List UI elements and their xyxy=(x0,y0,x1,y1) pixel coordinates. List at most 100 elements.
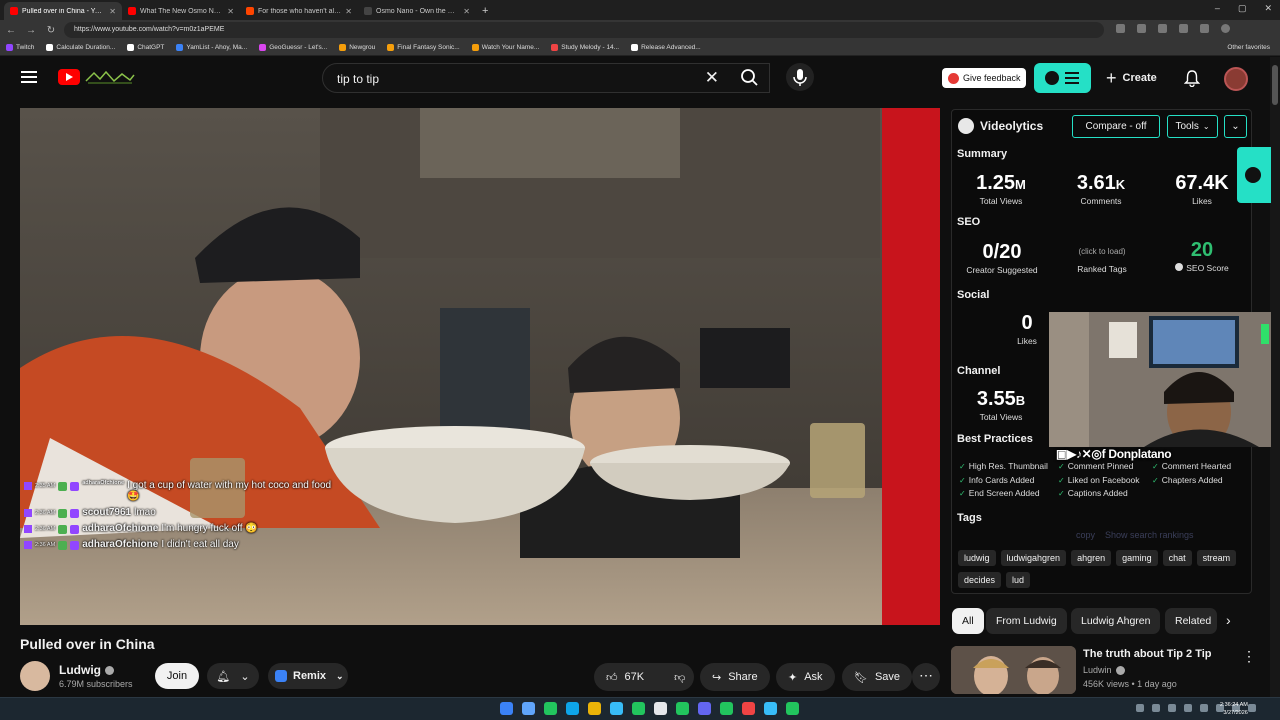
tray-icon[interactable] xyxy=(1152,704,1160,712)
taskbar-app-icon[interactable] xyxy=(764,702,777,715)
youtube-logo[interactable] xyxy=(58,69,80,85)
doodle-logo[interactable] xyxy=(84,69,136,85)
browser-tab[interactable]: Pulled over in China - YouTub ✕ xyxy=(4,2,122,20)
other-favorites[interactable]: Other favorites xyxy=(1227,44,1270,51)
notifications-icon[interactable] xyxy=(1184,69,1200,87)
tab-close-icon[interactable]: ✕ xyxy=(227,7,234,16)
close-window-button[interactable]: ✕ xyxy=(1264,3,1272,14)
like-icon[interactable]: 👍︎ xyxy=(606,671,618,684)
extension-icon[interactable] xyxy=(1200,24,1209,33)
account-avatar[interactable] xyxy=(1224,67,1248,91)
extension-icon[interactable] xyxy=(1158,24,1167,33)
back-icon[interactable]: ← xyxy=(6,25,16,36)
channel-name[interactable]: Ludwig xyxy=(59,663,101,677)
extension-icon[interactable] xyxy=(1137,24,1146,33)
bookmark-item[interactable]: YamList - Ahoy, Ma... xyxy=(176,44,247,51)
tray-icon[interactable] xyxy=(1248,704,1256,712)
extension-icon[interactable] xyxy=(1116,24,1125,33)
scrollbar-thumb[interactable] xyxy=(1272,65,1278,105)
url-field[interactable]: https://www.youtube.com/watch?v=m0z1aPEM… xyxy=(64,22,1104,38)
taskbar-app-icon[interactable] xyxy=(676,702,689,715)
subscription-bell-button[interactable]: 🔔︎ ⌄ xyxy=(207,663,259,689)
tag-chip[interactable]: lud xyxy=(1006,572,1031,588)
taskbar-app-icon[interactable] xyxy=(544,702,557,715)
recommended-title[interactable]: The truth about Tip 2 Tip xyxy=(1083,648,1212,660)
bookmark-item[interactable]: Watch Your Name... xyxy=(471,44,539,51)
more-vert-icon[interactable]: ⋮ xyxy=(1242,648,1256,665)
browser-tab[interactable]: Osmo Nano - Own the Moment - ✕ xyxy=(358,2,476,20)
taskbar-app-icon[interactable] xyxy=(588,702,601,715)
bookmark-item[interactable]: Study Melody - 14... xyxy=(551,44,619,51)
bookmark-item[interactable]: Newgrou xyxy=(339,44,375,51)
collapse-button[interactable]: ⌄ xyxy=(1224,115,1247,138)
tray-icon[interactable] xyxy=(1200,704,1208,712)
videolytics-menu-button[interactable] xyxy=(1034,63,1091,93)
taskbar-app-icon[interactable] xyxy=(566,702,579,715)
clock[interactable]: 2:36:24 AM 3/27/2026 xyxy=(1220,701,1248,717)
chip-ludwig-ahgren[interactable]: Ludwig Ahgren xyxy=(1071,608,1161,634)
menu-icon[interactable] xyxy=(21,71,37,83)
share-button[interactable]: ↪ Share xyxy=(700,663,770,691)
minimize-button[interactable]: – xyxy=(1215,3,1220,14)
compare-button[interactable]: Compare - off xyxy=(1072,115,1160,138)
tag-chip[interactable]: ludwig xyxy=(958,550,996,566)
page-scrollbar[interactable] xyxy=(1270,57,1280,697)
save-button[interactable]: 🔖︎ Save xyxy=(842,663,913,691)
microphone-icon[interactable] xyxy=(786,63,814,91)
ranked-tags-hint[interactable]: (click to load) xyxy=(1062,247,1142,256)
join-button[interactable]: Join xyxy=(155,663,199,689)
new-tab-button[interactable]: + xyxy=(482,2,488,20)
tag-chip[interactable]: ludwigahgren xyxy=(1000,550,1067,566)
search-icon[interactable] xyxy=(732,63,770,93)
browser-tab[interactable]: For those who haven't already se ✕ xyxy=(240,2,358,20)
taskbar-app-icon[interactable] xyxy=(654,702,667,715)
tab-close-icon[interactable]: ✕ xyxy=(345,7,352,16)
tag-chip[interactable]: stream xyxy=(1196,550,1237,566)
chip-related[interactable]: Related xyxy=(1165,608,1217,634)
clear-search-icon[interactable]: ✕ xyxy=(705,68,719,88)
channel-name-row[interactable]: Ludwig xyxy=(59,663,114,677)
chevron-right-icon[interactable]: › xyxy=(1226,612,1231,628)
taskbar-app-icon[interactable] xyxy=(610,702,623,715)
tab-close-icon[interactable]: ✕ xyxy=(463,7,470,16)
bookmark-item[interactable]: Final Fantasy Sonic... xyxy=(387,44,460,51)
create-button[interactable]: + Create xyxy=(1106,65,1157,91)
tag-chip[interactable]: gaming xyxy=(1116,550,1158,566)
copy-tags-link[interactable]: copy xyxy=(1076,530,1095,540)
taskbar-app-icon[interactable] xyxy=(522,702,535,715)
taskbar-app-icon[interactable] xyxy=(500,702,513,715)
like-count[interactable]: 67K xyxy=(625,671,645,683)
taskbar-app-icon[interactable] xyxy=(742,702,755,715)
tag-chip[interactable]: ahgren xyxy=(1071,550,1112,566)
channel-avatar[interactable] xyxy=(20,661,50,691)
chip-all[interactable]: All xyxy=(952,608,984,634)
video-player[interactable]: 2:35 AM adharaOfchione I got a cup of wate… xyxy=(20,108,940,625)
dislike-icon[interactable]: 👎︎ xyxy=(674,671,685,684)
chip-from-ludwig[interactable]: From Ludwig xyxy=(986,608,1067,634)
bookmark-item[interactable]: Release Advanced... xyxy=(631,44,701,51)
give-feedback-button[interactable]: Give feedback xyxy=(942,68,1026,88)
tray-icon[interactable] xyxy=(1168,704,1176,712)
extension-icon[interactable] xyxy=(1179,24,1188,33)
maximize-button[interactable]: ▢ xyxy=(1238,3,1247,14)
bookmark-item[interactable]: GeoGuessr - Let's... xyxy=(259,44,327,51)
tab-close-icon[interactable]: ✕ xyxy=(109,7,116,16)
tools-button[interactable]: Tools ⌄ xyxy=(1167,115,1218,138)
remix-button[interactable]: Remix ⌄ xyxy=(268,663,348,689)
taskbar-app-icon[interactable] xyxy=(720,702,733,715)
taskbar-app-icon[interactable] xyxy=(632,702,645,715)
tray-icon[interactable] xyxy=(1184,704,1192,712)
ranked-tags-stat[interactable]: (click to load) Ranked Tags xyxy=(1062,246,1142,274)
tag-chip[interactable]: chat xyxy=(1162,550,1192,566)
bookmark-item[interactable]: Calculate Duration... xyxy=(46,44,115,51)
recommended-channel[interactable]: Ludwin xyxy=(1083,665,1112,675)
tray-icon[interactable] xyxy=(1136,704,1144,712)
bookmark-item[interactable]: ChatGPT xyxy=(127,44,164,51)
forward-icon[interactable]: → xyxy=(26,25,36,36)
search-input[interactable]: tip to tip ✕ xyxy=(322,63,770,93)
videolytics-side-tab[interactable] xyxy=(1237,147,1271,203)
taskbar-app-icon[interactable] xyxy=(786,702,799,715)
tag-chip[interactable]: decides xyxy=(958,572,1002,588)
show-rankings-link[interactable]: Show search rankings xyxy=(1105,530,1194,540)
refresh-icon[interactable]: ↻ xyxy=(46,25,56,36)
